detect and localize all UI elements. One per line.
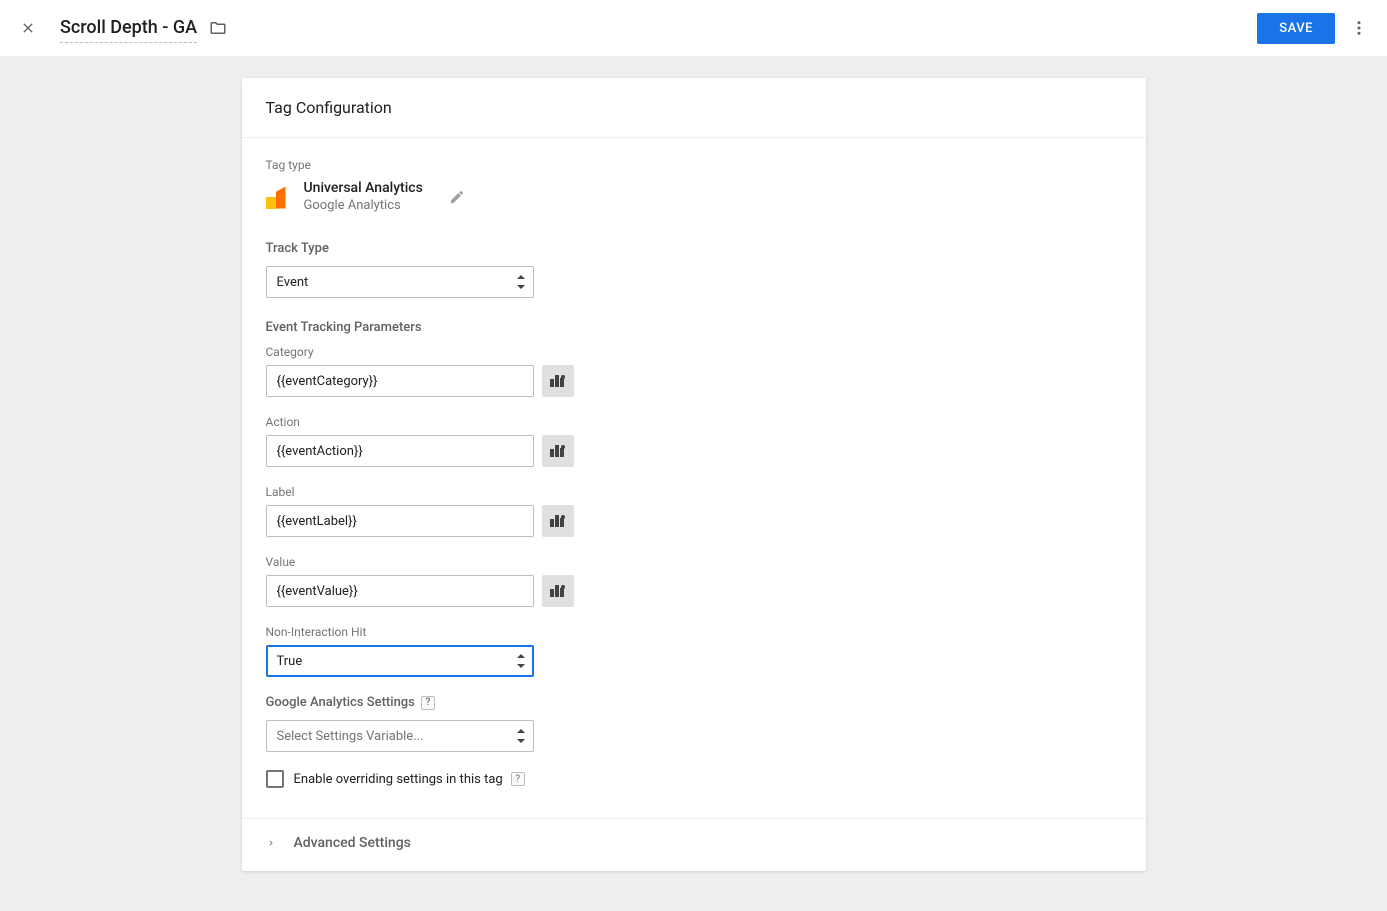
label-block: Label — [266, 485, 1122, 537]
value-input[interactable] — [266, 575, 534, 607]
label-input[interactable] — [266, 505, 534, 537]
track-type-value: Event — [277, 275, 309, 290]
tag-type-text: Universal Analytics Google Analytics — [304, 180, 423, 213]
variable-icon — [550, 515, 566, 527]
tag-type-row: Universal Analytics Google Analytics — [266, 180, 1122, 213]
category-variable-button[interactable] — [542, 365, 574, 397]
label-variable-button[interactable] — [542, 505, 574, 537]
ga-settings-select[interactable]: Select Settings Variable... — [266, 720, 534, 752]
card-body: Tag type Universal Analytics Google Anal… — [242, 138, 1146, 818]
non-interaction-block: Non-Interaction Hit True — [266, 625, 1122, 677]
ga-settings-help-button[interactable]: ? — [421, 696, 435, 710]
track-type-label: Track Type — [266, 241, 1122, 256]
card-title: Tag Configuration — [242, 78, 1146, 138]
label-label: Label — [266, 485, 1122, 499]
variable-icon — [550, 375, 566, 387]
tag-type-label: Tag type — [266, 158, 1122, 172]
tag-config-card: Tag Configuration Tag type Universal Ana… — [242, 78, 1146, 871]
action-label: Action — [266, 415, 1122, 429]
page-title[interactable]: Scroll Depth - GA — [60, 17, 197, 43]
more-menu-button[interactable] — [1343, 12, 1375, 44]
title-area: Scroll Depth - GA — [60, 13, 227, 43]
category-block: Category — [266, 345, 1122, 397]
action-variable-button[interactable] — [542, 435, 574, 467]
non-interaction-select[interactable]: True — [266, 645, 534, 677]
variable-icon — [550, 585, 566, 597]
value-variable-button[interactable] — [542, 575, 574, 607]
advanced-settings-label: Advanced Settings — [294, 835, 411, 851]
action-input[interactable] — [266, 435, 534, 467]
save-button[interactable]: SAVE — [1257, 13, 1335, 44]
variable-icon — [550, 445, 566, 457]
override-help-button[interactable]: ? — [511, 772, 525, 786]
ga-settings-block: Google Analytics Settings ? Select Setti… — [266, 695, 1122, 788]
ga-settings-label: Google Analytics Settings ? — [266, 695, 1122, 710]
chevron-right-icon — [266, 836, 276, 850]
event-params-label: Event Tracking Parameters — [266, 320, 1122, 335]
top-bar: Scroll Depth - GA SAVE — [0, 0, 1387, 56]
non-interaction-value: True — [277, 654, 303, 669]
google-analytics-icon — [266, 185, 290, 209]
tag-type-title: Universal Analytics — [304, 180, 423, 196]
close-button[interactable] — [16, 16, 40, 40]
track-type-block: Track Type Event — [266, 241, 1122, 298]
value-block: Value — [266, 555, 1122, 607]
override-row: Enable overriding settings in this tag ? — [266, 770, 1122, 788]
category-label: Category — [266, 345, 1122, 359]
track-type-select[interactable]: Event — [266, 266, 534, 298]
advanced-settings-toggle[interactable]: Advanced Settings — [242, 818, 1146, 871]
close-icon — [20, 20, 36, 36]
non-interaction-label: Non-Interaction Hit — [266, 625, 1122, 639]
top-right: SAVE — [1257, 12, 1375, 44]
pencil-icon — [449, 189, 465, 205]
more-vert-icon — [1350, 19, 1368, 37]
ga-settings-placeholder: Select Settings Variable... — [277, 729, 424, 744]
folder-icon[interactable] — [209, 19, 227, 37]
value-label: Value — [266, 555, 1122, 569]
override-label: Enable overriding settings in this tag ? — [294, 772, 525, 787]
edit-tag-type-button[interactable] — [449, 189, 465, 205]
tag-type-subtitle: Google Analytics — [304, 198, 423, 213]
override-checkbox[interactable] — [266, 770, 284, 788]
category-input[interactable] — [266, 365, 534, 397]
action-block: Action — [266, 415, 1122, 467]
